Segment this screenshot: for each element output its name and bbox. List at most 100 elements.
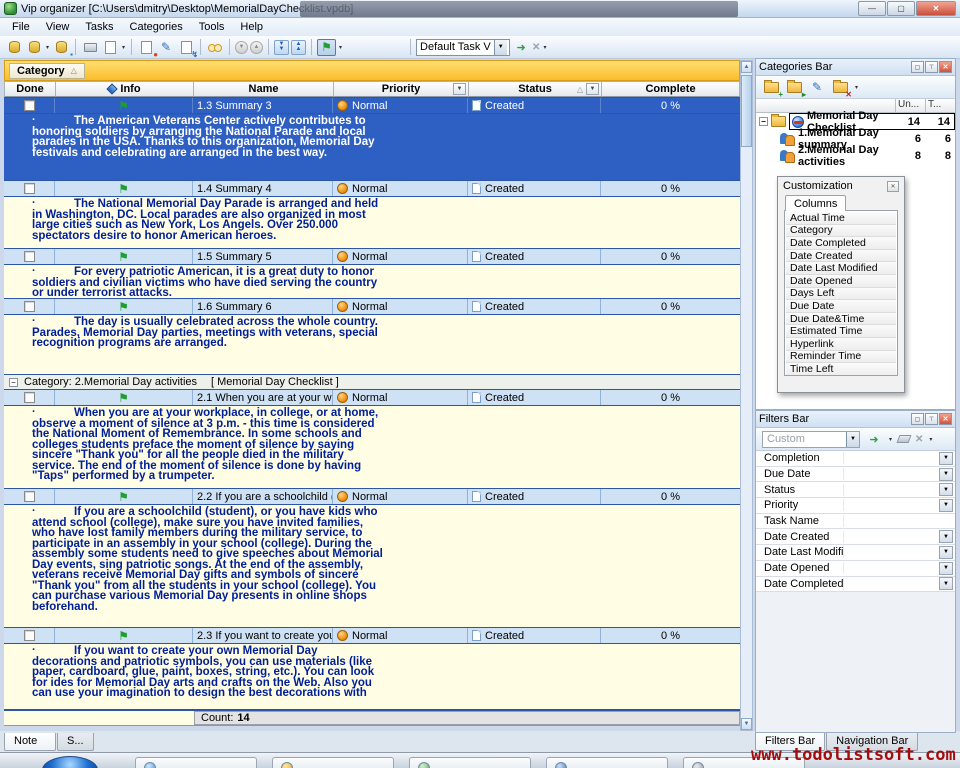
- open-file-icon[interactable]: [25, 38, 43, 56]
- panel-restore-button[interactable]: ▢: [911, 61, 924, 73]
- close-button[interactable]: ✕: [916, 1, 956, 16]
- menu-file[interactable]: File: [4, 19, 38, 35]
- edit-task-icon[interactable]: ✎: [157, 38, 175, 56]
- tree-node[interactable]: 2.Memorial Day activities 8 8: [756, 147, 955, 164]
- task-description[interactable]: · The American Veterans Center actively …: [4, 114, 740, 181]
- task-description[interactable]: · The National Memorial Day Parade is ar…: [4, 197, 740, 249]
- list-item[interactable]: Date Created: [786, 250, 896, 263]
- list-item[interactable]: Due Date&Time: [786, 313, 896, 326]
- save-file-icon[interactable]: ▪: [52, 38, 70, 56]
- panel-close-button[interactable]: ✕: [939, 413, 952, 425]
- filter-dropdown-icon[interactable]: ▼: [939, 483, 953, 496]
- delete-view-icon[interactable]: ✕: [532, 42, 540, 53]
- menu-help[interactable]: Help: [232, 19, 271, 35]
- filter-dropdown-icon[interactable]: ▼: [939, 562, 953, 575]
- expand-all-icon[interactable]: ▼▼: [274, 40, 289, 55]
- view-toolbar-dropdown-icon[interactable]: ▾: [542, 44, 547, 51]
- filter-dropdown-icon[interactable]: ▼: [939, 452, 953, 465]
- flag-view-dropdown-icon[interactable]: ▾: [338, 44, 343, 51]
- scrollbar-thumb[interactable]: [741, 75, 752, 147]
- column-header-info[interactable]: Info: [56, 81, 194, 97]
- filter-dropdown-icon[interactable]: ▼: [939, 577, 953, 590]
- minimize-button[interactable]: —: [858, 1, 886, 16]
- collapse-all-icon[interactable]: ▲▲: [291, 40, 306, 55]
- done-checkbox[interactable]: [24, 301, 35, 312]
- column-header-complete[interactable]: Complete: [602, 81, 740, 97]
- task-description[interactable]: · For every patriotic American, it is a …: [4, 265, 740, 299]
- done-checkbox[interactable]: [24, 491, 35, 502]
- edit-category-icon[interactable]: ✎: [808, 78, 826, 96]
- task-description[interactable]: · When you are at your workplace, in col…: [4, 406, 740, 489]
- task-description[interactable]: · The day is usually celebrated across t…: [4, 315, 740, 375]
- tab-s[interactable]: S...: [57, 733, 94, 751]
- clear-filter-icon[interactable]: [897, 435, 912, 443]
- tree-collapse-icon[interactable]: −: [759, 117, 768, 126]
- new-file-icon[interactable]: [5, 38, 23, 56]
- task-description[interactable]: · If you want to create your own Memoria…: [4, 644, 740, 710]
- scroll-up-icon[interactable]: ▲: [741, 61, 752, 73]
- list-item[interactable]: Category: [786, 225, 896, 238]
- task-row[interactable]: ⚑ 1.5 Summary 5 Normal Created 0 %: [4, 248, 740, 265]
- menu-categories[interactable]: Categories: [122, 19, 191, 35]
- tab-columns[interactable]: Columns: [785, 195, 846, 211]
- group-by-category-button[interactable]: Category △: [9, 63, 85, 79]
- dialog-close-icon[interactable]: ✕: [887, 181, 899, 192]
- taskbar-app-button[interactable]: [135, 757, 257, 768]
- status-filter-dropdown-icon[interactable]: ▼: [586, 83, 599, 95]
- done-checkbox[interactable]: [24, 100, 35, 111]
- task-row[interactable]: ⚑ 2.1 When you are at your workplace, No…: [4, 389, 740, 406]
- filter-dropdown-icon[interactable]: ▼: [939, 468, 953, 481]
- list-item[interactable]: Reminder Time: [786, 351, 896, 364]
- column-unread[interactable]: Un...: [895, 99, 925, 112]
- list-item[interactable]: Date Completed: [786, 237, 896, 250]
- menu-view[interactable]: View: [38, 19, 78, 35]
- filter-dropdown-icon[interactable]: ▼: [939, 499, 953, 512]
- customization-caption[interactable]: Customization ✕: [778, 177, 904, 195]
- panel-pin-button[interactable]: ⊤: [925, 413, 938, 425]
- column-header-priority[interactable]: Priority ▼: [334, 81, 469, 97]
- task-row[interactable]: ⚑ 1.4 Summary 4 Normal Created 0 %: [4, 180, 740, 197]
- done-checkbox[interactable]: [24, 251, 35, 262]
- apply-view-icon[interactable]: ➜: [512, 38, 530, 56]
- apply-filter-dropdown-icon[interactable]: ▾: [888, 436, 893, 443]
- scroll-down-icon[interactable]: ▼: [741, 718, 752, 730]
- done-checkbox[interactable]: [24, 392, 35, 403]
- task-row[interactable]: ⚑ 2.2 If you are a schoolchild (student)…: [4, 488, 740, 505]
- panel-close-button[interactable]: ✕: [939, 61, 952, 73]
- delete-category-icon[interactable]: ✕: [831, 78, 849, 96]
- task-row[interactable]: ⚑ 1.3 Summary 3 Normal Created 0 %: [4, 97, 740, 114]
- column-header-status[interactable]: Status △ ▼: [469, 81, 602, 97]
- list-item[interactable]: Actual Time: [786, 212, 896, 225]
- maximize-button[interactable]: ▢: [887, 1, 915, 16]
- print-preview-icon[interactable]: [101, 38, 119, 56]
- list-item[interactable]: Days Left: [786, 288, 896, 301]
- delete-task-icon[interactable]: ↯: [177, 38, 195, 56]
- apply-filter-icon[interactable]: ➜: [865, 430, 883, 448]
- add-subcategory-icon[interactable]: ▸: [785, 78, 803, 96]
- menu-tools[interactable]: Tools: [191, 19, 233, 35]
- column-header-name[interactable]: Name: [194, 81, 334, 97]
- taskbar-app-button[interactable]: [272, 757, 394, 768]
- start-button[interactable]: [42, 756, 98, 768]
- filters-toolbar-dropdown-icon[interactable]: ▾: [928, 436, 933, 443]
- list-item[interactable]: Time Left: [786, 363, 896, 376]
- task-row[interactable]: ⚑ 1.6 Summary 6 Normal Created 0 %: [4, 298, 740, 315]
- filter-dropdown-icon[interactable]: ▼: [939, 530, 953, 543]
- vertical-scrollbar[interactable]: ▲ ▼: [740, 60, 753, 731]
- task-view-combobox[interactable]: Default Task V▼: [416, 39, 510, 56]
- column-total[interactable]: T...: [925, 99, 955, 112]
- done-checkbox[interactable]: [24, 183, 35, 194]
- taskbar-app-button[interactable]: [546, 757, 668, 768]
- new-category-icon[interactable]: +: [762, 78, 780, 96]
- filter-preset-combobox[interactable]: Custom▼: [762, 431, 860, 448]
- print-dropdown-icon[interactable]: ▾: [121, 44, 126, 51]
- task-description[interactable]: · If you are a schoolchild (student), or…: [4, 505, 740, 628]
- list-item[interactable]: Due Date: [786, 300, 896, 313]
- column-header-done[interactable]: Done: [5, 81, 56, 97]
- tab-note[interactable]: Note: [4, 733, 56, 751]
- taskbar-app-button[interactable]: [409, 757, 531, 768]
- task-row[interactable]: ⚑ 2.3 If you want to create your own Nor…: [4, 627, 740, 644]
- list-item[interactable]: Estimated Time: [786, 325, 896, 338]
- flag-view-button[interactable]: ⚑: [317, 39, 336, 56]
- done-checkbox[interactable]: [24, 630, 35, 641]
